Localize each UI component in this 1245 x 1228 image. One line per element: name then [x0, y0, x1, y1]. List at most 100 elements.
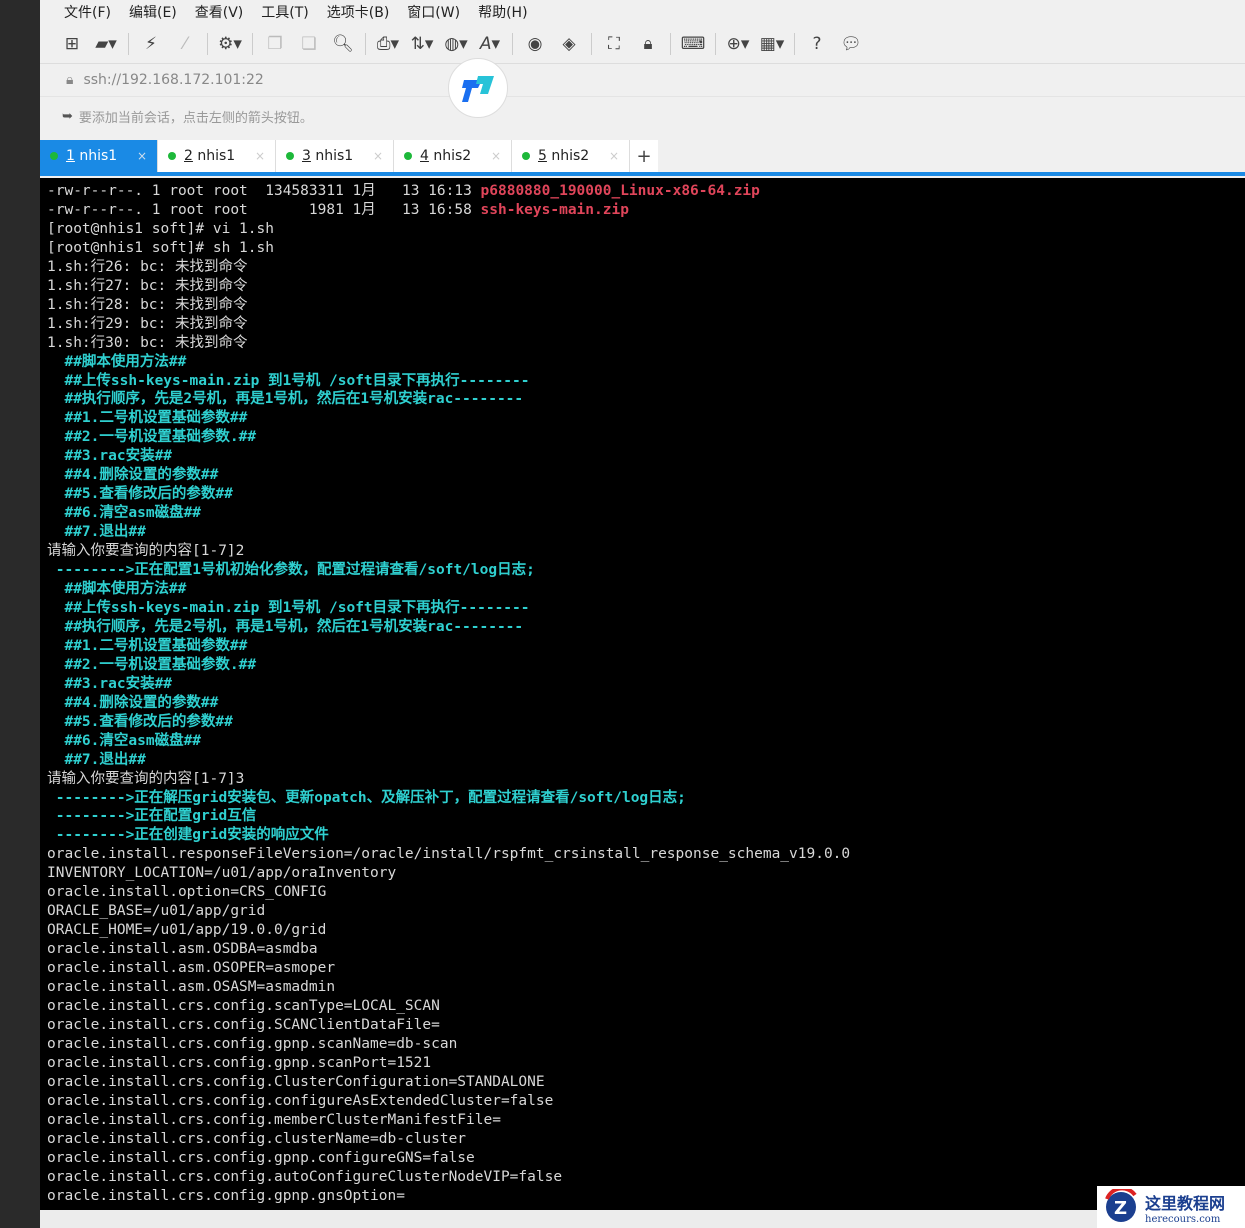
menu-file[interactable]: 文件(F)	[64, 2, 111, 22]
script-output-text: ##6.清空asm磁盘##	[47, 505, 202, 522]
script-output-text: ##5.查看修改后的参数##	[47, 486, 233, 503]
tab-label: nhis1	[79, 148, 118, 164]
transfer-icon[interactable]: ⇅▾	[410, 32, 434, 56]
terminal-line: 请输入你要查询的内容[1-7]3	[47, 770, 1245, 789]
line-text: oracle.install.crs.config.gpnp.scanPort=…	[47, 1054, 432, 1071]
terminal-line: 1.sh:行26: bc: 未找到命令	[47, 258, 1245, 277]
properties-icon[interactable]: ⚙▾	[218, 32, 242, 56]
menu-help[interactable]: 帮助(H)	[478, 2, 527, 22]
address-bar[interactable]: 🔒︎ ssh://192.168.172.101:22	[40, 64, 1245, 96]
terminal-line: oracle.install.crs.config.scanType=LOCAL…	[47, 997, 1245, 1016]
tab-session-4[interactable]: 4 nhis2 ×	[394, 140, 512, 172]
close-icon[interactable]: ×	[609, 149, 619, 163]
terminal-line: ##2.一号机设置基础参数.##	[47, 428, 1245, 447]
open-folder-icon[interactable]: ▰▾	[94, 32, 118, 56]
disconnect-icon[interactable]: ⁄	[173, 32, 197, 56]
chat-icon[interactable]: 💬︎	[839, 32, 863, 56]
terminal-output[interactable]: -rw-r--r--. 1 root root 134583311 1月 13 …	[40, 178, 1245, 1210]
new-session-icon[interactable]: ⊞	[60, 32, 84, 56]
divider	[512, 32, 513, 55]
layout-icon[interactable]: ▦▾	[760, 32, 785, 56]
copy-icon[interactable]: ❐	[263, 32, 287, 56]
terminal-line: ##上传ssh-keys-main.zip 到1号机 /soft目录下再执行--…	[47, 599, 1245, 618]
terminal-line: ORACLE_BASE=/u01/app/grid	[47, 902, 1245, 921]
terminal-line: oracle.install.crs.config.clusterName=db…	[47, 1130, 1245, 1149]
script-output-text: ##5.查看修改后的参数##	[47, 713, 233, 730]
help-icon[interactable]: ?	[805, 32, 829, 56]
close-icon[interactable]: ×	[491, 149, 501, 163]
connect-icon[interactable]: ⚡	[139, 32, 163, 56]
line-text: [root@nhis1 soft]# sh 1.sh	[47, 239, 274, 256]
script-output-text: ##脚本使用方法##	[47, 581, 187, 598]
divider	[252, 32, 253, 55]
close-icon[interactable]: ×	[373, 149, 383, 163]
terminal-line: -rw-r--r--. 1 root root 134583311 1月 13 …	[47, 182, 1245, 201]
terminal-line: ##5.查看修改后的参数##	[47, 485, 1245, 504]
divider	[591, 32, 592, 55]
terminal-line: 1.sh:行29: bc: 未找到命令	[47, 315, 1245, 334]
close-icon[interactable]: ×	[255, 149, 265, 163]
terminal-line: ##3.rac安装##	[47, 447, 1245, 466]
tab-session-3[interactable]: 3 nhis1 ×	[276, 140, 394, 172]
menu-tools[interactable]: 工具(T)	[261, 2, 308, 22]
tab-label: nhis1	[315, 148, 354, 164]
status-dot-icon	[50, 152, 58, 160]
line-text: -rw-r--r--. 1 root root 134583311 1月 13 …	[47, 183, 481, 199]
terminal-line: ORACLE_HOME=/u01/app/19.0.0/grid	[47, 921, 1245, 940]
globe-icon[interactable]: ◍▾	[444, 32, 468, 56]
zip-filename: ssh-keys-main.zip	[480, 201, 629, 218]
tab-number: 1	[66, 148, 75, 164]
terminal-line: oracle.install.responseFileVersion=/orac…	[47, 845, 1245, 864]
script-output-text: ##执行顺序，先是2号机，再是1号机，然后在1号机安装rac--------	[47, 391, 524, 408]
terminal-line: oracle.install.crs.config.configureAsExt…	[47, 1092, 1245, 1111]
terminal-line: -------->正在创建grid安装的响应文件	[47, 826, 1245, 845]
line-text: oracle.install.crs.config.ClusterConfigu…	[47, 1073, 545, 1090]
terminal-line: 1.sh:行28: bc: 未找到命令	[47, 296, 1245, 315]
terminal-line: ##1.二号机设置基础参数##	[47, 409, 1245, 428]
terminal-line: ##2.一号机设置基础参数.##	[47, 656, 1245, 675]
close-icon[interactable]: ×	[137, 149, 147, 163]
search-icon[interactable]: 🔍︎	[331, 32, 355, 56]
line-text: oracle.install.responseFileVersion=/orac…	[47, 846, 851, 863]
script-output-text: ##脚本使用方法##	[47, 353, 187, 370]
script-icon[interactable]: ◉	[523, 32, 547, 56]
paste-icon[interactable]: ❏	[297, 32, 321, 56]
menu-tabs[interactable]: 选项卡(B)	[327, 2, 390, 22]
menu-view[interactable]: 查看(V)	[195, 2, 244, 22]
terminal-line: [root@nhis1 soft]# vi 1.sh	[47, 220, 1245, 239]
menu-edit[interactable]: 编辑(E)	[129, 2, 177, 22]
new-tab-button[interactable]: +	[630, 140, 658, 172]
keyboard-icon[interactable]: ⌨	[681, 32, 706, 56]
print-icon[interactable]: ⎙▾	[376, 32, 400, 56]
terminal-line: oracle.install.option=CRS_CONFIG	[47, 883, 1245, 902]
terminal-line: [root@nhis1 soft]# sh 1.sh	[47, 239, 1245, 258]
tab-number: 2	[184, 148, 193, 164]
floating-app-logo[interactable]	[448, 58, 508, 118]
add-tab-icon[interactable]: ⊕▾	[726, 32, 750, 56]
fullscreen-icon[interactable]: ⛶	[602, 32, 626, 56]
tab-session-1[interactable]: 1 nhis1 ×	[40, 140, 158, 172]
terminal-line: 1.sh:行27: bc: 未找到命令	[47, 277, 1245, 296]
terminal-line: oracle.install.crs.config.ClusterConfigu…	[47, 1073, 1245, 1092]
terminal-line: ##1.二号机设置基础参数##	[47, 637, 1245, 656]
menu-window[interactable]: 窗口(W)	[407, 2, 460, 22]
script-output-text: ##1.二号机设置基础参数##	[47, 637, 248, 654]
zip-filename: p6880880_190000_Linux-x86-64.zip	[480, 183, 760, 199]
line-text: 1.sh:行28: bc: 未找到命令	[47, 296, 248, 313]
terminal-line: oracle.install.crs.config.autoConfigureC…	[47, 1168, 1245, 1187]
lock-icon[interactable]: 🔒︎	[636, 32, 660, 56]
address-text[interactable]: ssh://192.168.172.101:22	[83, 72, 263, 88]
add-session-arrow-icon[interactable]: ➥	[62, 109, 73, 124]
script-output-text: ##执行顺序，先是2号机，再是1号机，然后在1号机安装rac--------	[47, 618, 524, 635]
script-output-text: ##2.一号机设置基础参数.##	[47, 429, 257, 446]
tab-session-2[interactable]: 2 nhis1 ×	[158, 140, 276, 172]
terminal-line: ##脚本使用方法##	[47, 353, 1245, 372]
terminal-line: oracle.install.asm.OSASM=asmadmin	[47, 978, 1245, 997]
terminal-app-window: 文件(F) 编辑(E) 查看(V) 工具(T) 选项卡(B) 窗口(W) 帮助(…	[40, 0, 1245, 1228]
script-output-text: -------->正在配置1号机初始化参数，配置过程请查看/soft/log日志…	[47, 562, 535, 579]
line-text: oracle.install.option=CRS_CONFIG	[47, 884, 327, 901]
tab-session-5[interactable]: 5 nhis2 ×	[512, 140, 630, 172]
font-icon[interactable]: A ▾	[478, 32, 502, 56]
script-output-text: ##4.删除设置的参数##	[47, 694, 219, 711]
plugin-icon[interactable]: ◈	[557, 32, 581, 56]
